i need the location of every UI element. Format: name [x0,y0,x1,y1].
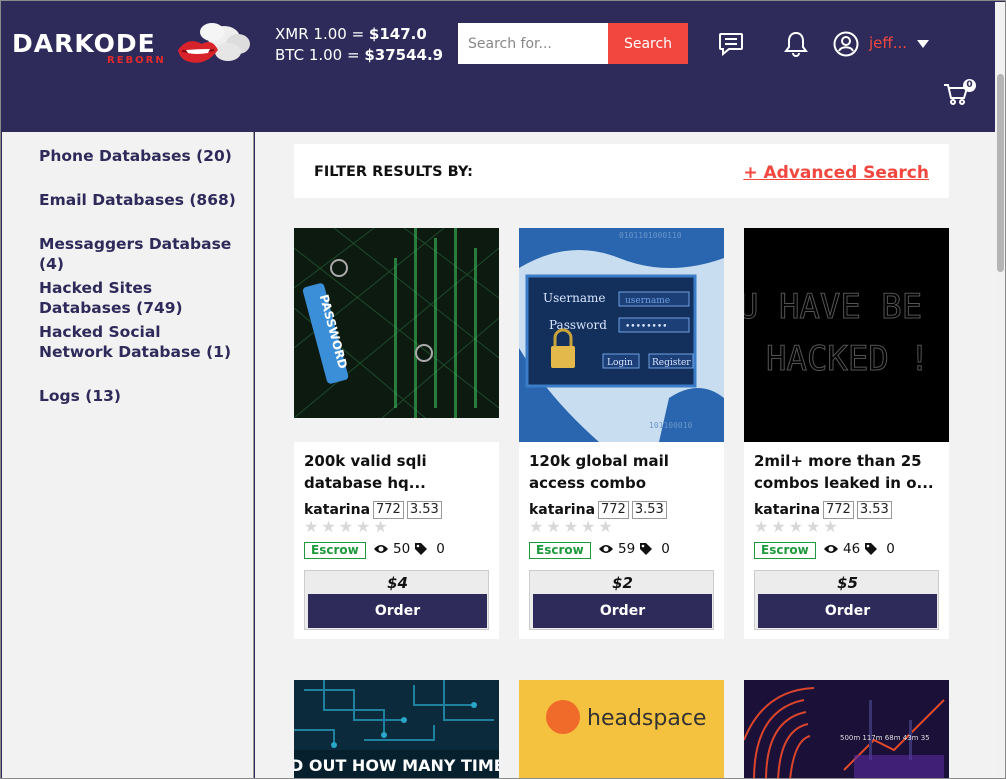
star-rating: ★★★★★ [529,517,616,536]
product-image-login[interactable]: 0101101000110 101100010 Username username… [519,228,724,442]
filter-bar: FILTER RESULTS BY: + Advanced Search [294,144,949,198]
product-title[interactable]: 120k global mail access combo [529,450,717,494]
product-image-password[interactable]: PASSWORD [294,228,499,442]
order-button[interactable]: Order [533,594,712,628]
product-price: $4 [387,574,408,592]
svg-text:••••••••: •••••••• [625,322,667,332]
product-title[interactable]: 2mil+ more than 25 combos leaked in o... [754,450,942,494]
tag-count: 0 [661,541,670,557]
sidebar-item-hacked-social[interactable]: Hacked Social Network Database (1) [39,322,239,362]
view-count: 50 [393,541,411,557]
advanced-search-link[interactable]: + Advanced Search [743,163,929,183]
seller-name[interactable]: katarina [304,502,370,518]
bell-icon[interactable] [783,30,809,58]
product-title[interactable]: 200k valid sqli database hq... [304,450,492,494]
product-image-hacked[interactable]: U HAVE BE HACKED ! [744,228,949,442]
filter-label: FILTER RESULTS BY: [314,164,473,180]
price-box: $2 Order [529,570,714,630]
search-button[interactable]: Search [608,23,688,64]
svg-text:HACKED !: HACKED ! [766,339,930,379]
escrow-badge: Escrow [529,542,591,559]
cart-count-badge: 0 [963,79,976,92]
top-header: DARKODE REBORN XMR 1.00 = $147.0 BTC 1.0… [2,2,995,132]
logo-subtext: REBORN [107,55,166,66]
tag-count: 0 [886,541,895,557]
escrow-badge: Escrow [754,542,816,559]
price-box: $4 Order [304,570,489,630]
product-image-circuit[interactable]: D OUT HOW MANY TIMES YO [294,680,499,778]
page-scrollbar[interactable] [995,2,1005,778]
tag-icon [415,543,428,555]
product-card: U HAVE BE HACKED ! 2mil+ more than 25 co… [744,228,949,639]
svg-text:101100010: 101100010 [649,421,693,430]
order-button[interactable]: Order [758,594,937,628]
product-image-headspace[interactable]: headspace [519,680,724,778]
eye-icon [824,545,838,553]
logo-text: DARKODE [12,29,156,58]
chevron-down-icon[interactable] [917,40,929,48]
seller-rating: 3.53 [856,501,892,519]
view-count: 59 [618,541,636,557]
svg-text:Username: Username [543,291,605,305]
product-image-fingerprint[interactable]: 500m 117m 68m 43m 35 [744,680,949,778]
product-card: PASSWORD 200k valid sqli database hq... … [294,228,499,639]
seller-rating: 3.53 [631,501,667,519]
product-price: $2 [612,574,633,592]
svg-text:500m 117m 68m 43m 35: 500m 117m 68m 43m 35 [840,734,930,742]
tag-icon [640,543,653,555]
browser-frame: DARKODE REBORN XMR 1.00 = $147.0 BTC 1.0… [0,0,1006,779]
tag-icon [865,543,878,555]
xmr-rate: XMR 1.00 = $147.0 [275,25,427,43]
search-input[interactable] [458,23,608,64]
crypto-rates: XMR 1.00 = $147.0 BTC 1.00 = $37544.9 [275,24,443,66]
sidebar-item-hacked-sites[interactable]: Hacked Sites Databases (749) [39,278,239,318]
user-icon[interactable] [833,31,859,57]
product-price: $5 [837,574,858,592]
product-stats: 46 0 [823,541,895,557]
seller-name[interactable]: katarina [754,502,820,518]
svg-text:0101101000110: 0101101000110 [619,231,682,240]
svg-text:username: username [625,296,670,306]
product-card: 0101101000110 101100010 Username username… [519,228,724,639]
eye-icon [374,545,388,553]
svg-text:headspace: headspace [587,706,706,731]
svg-text:U HAVE BE: U HAVE BE [744,287,922,327]
chat-icon[interactable] [718,32,744,56]
star-rating: ★★★★★ [754,517,841,536]
btc-rate: BTC 1.00 = $37544.9 [275,46,444,64]
listing-area: FILTER RESULTS BY: + Advanced Search PAS… [255,132,995,778]
svg-text:Login: Login [607,358,633,368]
tag-count: 0 [436,541,445,557]
price-box: $5 Order [754,570,939,630]
product-stats: 59 0 [598,541,670,557]
user-name[interactable]: jeff... [869,34,907,52]
sidebar-item-logs[interactable]: Logs (13) [39,386,239,406]
seller-rating: 3.53 [406,501,442,519]
view-count: 46 [843,541,861,557]
sidebar-item-phone-databases[interactable]: Phone Databases (20) [39,146,239,166]
escrow-badge: Escrow [304,542,366,559]
sidebar-item-messaggers-database[interactable]: Messaggers Database (4) [39,234,239,274]
order-button[interactable]: Order [308,594,487,628]
svg-text:Register: Register [652,358,691,368]
site-logo[interactable]: DARKODE REBORN [10,20,250,72]
sidebar-item-email-databases[interactable]: Email Databases (868) [39,190,239,210]
eye-icon [599,545,613,553]
scrollbar-thumb[interactable] [997,74,1004,272]
star-rating: ★★★★★ [304,517,391,536]
svg-text:Password: Password [549,318,607,332]
svg-text:D OUT HOW MANY TIMES YO: D OUT HOW MANY TIMES YO [294,756,499,775]
product-stats: 50 0 [373,541,445,557]
lips-smoke-icon [178,23,250,63]
seller-name[interactable]: katarina [529,502,595,518]
category-sidebar: Phone Databases (20) Email Databases (86… [2,132,254,778]
